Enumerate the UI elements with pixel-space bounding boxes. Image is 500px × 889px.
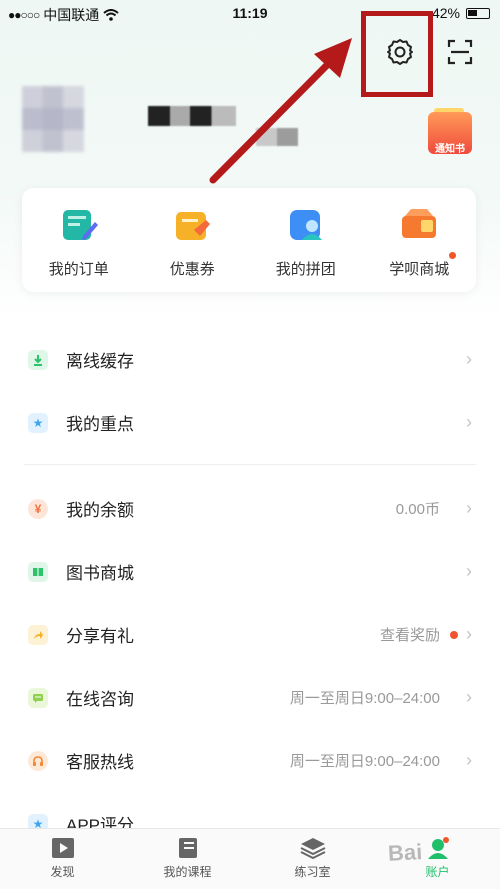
tab-my-courses[interactable]: 我的课程 <box>125 829 250 889</box>
scan-icon <box>447 39 473 65</box>
balance-value: 0.00币 <box>395 501 440 518</box>
chevron-right-icon: › <box>466 561 472 581</box>
tab-label: 发现 <box>50 865 75 879</box>
menu-item-balance[interactable]: ¥ 我的余额 0.00币 › <box>0 477 500 540</box>
share-reward-link: 查看奖励 <box>379 627 440 644</box>
order-icon <box>62 210 98 240</box>
notebook-icon <box>178 838 197 858</box>
hotline-hours: 周一至周日9:00–24:00 <box>289 753 440 770</box>
play-icon <box>51 838 74 858</box>
tab-practice[interactable]: 练习室 <box>250 829 375 889</box>
coupon-icon <box>176 212 211 240</box>
quick-action-label: 我的拼团 <box>275 261 336 278</box>
menu-item-offline-cache[interactable]: 离线缓存 › <box>0 328 500 391</box>
tab-label: 我的课程 <box>163 865 212 879</box>
star-icon: ★ <box>28 412 48 433</box>
mall-icon <box>402 209 437 238</box>
menu-item-label: 在线咨询 <box>66 690 134 709</box>
consult-hours: 周一至周日9:00–24:00 <box>289 690 440 707</box>
menu-item-label: 我的余额 <box>66 501 134 520</box>
headset-icon <box>28 750 48 771</box>
quick-action-label: 学呗商城 <box>389 261 450 278</box>
avatar[interactable] <box>22 86 84 152</box>
tab-bar: 发现 我的课程 练习室 账户 <box>0 828 500 889</box>
annotation-highlight-box <box>361 11 433 97</box>
quick-actions-card: 我的订单 优惠券 我的拼团 学呗商城 <box>22 188 476 292</box>
quick-action-orders[interactable]: 我的订单 <box>22 188 136 292</box>
notification-dot <box>450 630 458 639</box>
quick-action-mall[interactable]: 学呗商城 <box>363 188 477 292</box>
menu-item-label: 分享有礼 <box>66 627 134 646</box>
quick-action-label: 我的订单 <box>48 261 109 278</box>
menu-item-label: 离线缓存 <box>66 352 134 371</box>
chat-icon <box>28 687 48 708</box>
book-icon <box>28 561 48 582</box>
chevron-right-icon: › <box>466 412 472 432</box>
menu-item-label: 我的重点 <box>66 415 134 434</box>
battery-percent: 42% <box>431 5 460 21</box>
quick-action-group-buy[interactable]: 我的拼团 <box>249 188 363 292</box>
chevron-right-icon: › <box>466 750 472 770</box>
battery-icon <box>466 7 490 19</box>
menu-list: 离线缓存 › ★ 我的重点 › ¥ 我的余额 0.00币 › 图书商城 › 分享… <box>0 328 500 855</box>
menu-item-share[interactable]: 分享有礼 查看奖励 › <box>0 603 500 666</box>
quick-action-label: 优惠券 <box>169 261 215 278</box>
scan-button[interactable] <box>440 32 480 72</box>
quick-action-coupons[interactable]: 优惠券 <box>136 188 250 292</box>
menu-item-highlights[interactable]: ★ 我的重点 › <box>0 391 500 454</box>
layers-icon <box>300 838 325 859</box>
username-blurred <box>148 106 236 126</box>
share-icon <box>28 624 48 645</box>
menu-item-bookstore[interactable]: 图书商城 › <box>0 540 500 603</box>
download-icon <box>28 349 48 370</box>
chevron-right-icon: › <box>466 498 472 518</box>
watermark: Bai <box>387 839 423 866</box>
notification-dot <box>449 252 456 259</box>
notice-button[interactable]: 通知书 <box>426 106 474 155</box>
notice-label: 通知书 <box>435 144 465 155</box>
tab-label: 练习室 <box>294 865 331 879</box>
tab-discover[interactable]: 发现 <box>0 829 125 889</box>
menu-item-label: 图书商城 <box>66 564 134 583</box>
chevron-right-icon: › <box>466 349 472 369</box>
chevron-right-icon: › <box>466 687 472 707</box>
group-buy-icon <box>289 210 322 240</box>
menu-item-online-consult[interactable]: 在线咨询 周一至周日9:00–24:00 › <box>0 666 500 729</box>
divider <box>24 464 476 465</box>
account-icon <box>427 837 449 859</box>
menu-item-label: 客服热线 <box>66 753 134 772</box>
status-right: 42% <box>432 5 490 21</box>
tab-label: 账户 <box>425 865 450 879</box>
yen-icon: ¥ <box>28 498 48 519</box>
menu-item-hotline[interactable]: 客服热线 周一至周日9:00–24:00 › <box>0 729 500 792</box>
chevron-right-icon: › <box>466 624 472 644</box>
user-subtitle-blurred <box>256 128 298 146</box>
